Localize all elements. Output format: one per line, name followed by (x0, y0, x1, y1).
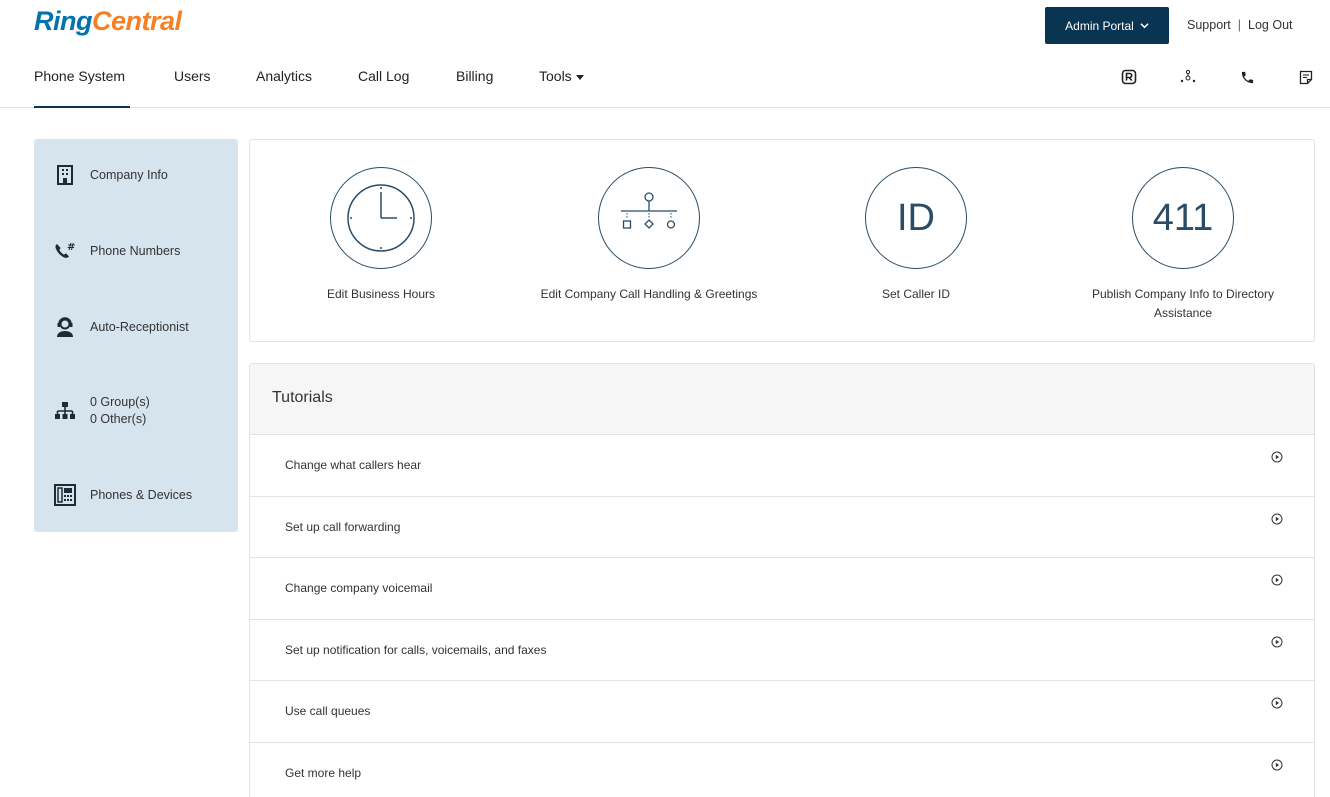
edit-business-hours-action[interactable]: Edit Business Hours (241, 140, 521, 304)
tutorial-row[interactable]: Set up call forwarding (250, 497, 1314, 558)
chevron-down-icon (1140, 23, 1149, 29)
publish-directory-action[interactable]: 411 Publish Company Info to Directory As… (1043, 140, 1323, 323)
caller-id-icon: ID (865, 167, 967, 269)
ringcentral-app-icon[interactable] (1119, 67, 1139, 87)
nav-users[interactable]: Users (174, 68, 211, 108)
tutorial-label: Change company voicemail (285, 581, 433, 595)
notes-icon[interactable] (1296, 67, 1316, 87)
directory-glyph: 411 (1152, 196, 1214, 239)
tutorials-card: Tutorials Change what callers hear Set up… (249, 363, 1315, 797)
main-nav: Phone System Users Analytics Call Log Bi… (0, 58, 1330, 108)
nav-label: Phone System (34, 68, 126, 84)
logo-central: Central (92, 6, 182, 36)
phone-numbers-icon: # (52, 239, 78, 263)
nav-tools[interactable]: Tools (539, 68, 584, 108)
tutorial-label: Use call queues (285, 704, 371, 718)
quick-actions-card: Edit Business Hours Edit Company Call Ha… (249, 139, 1315, 342)
sidebar-item-label: Phones & Devices (90, 488, 193, 502)
nav-label: Users (174, 68, 211, 84)
logo-ring: Ring (34, 6, 93, 36)
link-separator: | (1237, 18, 1242, 32)
sidebar-item-auto-receptionist[interactable]: Auto-Receptionist (52, 315, 189, 339)
sidebar: Company Info # Phone Numbers Auto-Recept… (34, 139, 238, 532)
action-label-line2: Assistance (1153, 306, 1213, 320)
sidebar-item-phones-devices[interactable]: Phones & Devices (52, 483, 192, 507)
nav-label: Billing (456, 68, 494, 84)
play-circle-icon[interactable] (1271, 451, 1283, 463)
others-count: 0 Other(s) (90, 412, 147, 426)
nav-label: Call Log (358, 68, 410, 84)
groups-count: 0 Group(s) (90, 395, 150, 409)
play-circle-icon[interactable] (1271, 697, 1283, 709)
call-handling-action[interactable]: Edit Company Call Handling & Greetings (509, 140, 789, 304)
top-links: Support | Log Out (1187, 18, 1293, 32)
call-flow-icon (598, 167, 700, 269)
tutorial-label: Set up call forwarding (285, 519, 401, 534)
support-link[interactable]: Support (1187, 18, 1231, 32)
ringcentral-logo[interactable]: RingCentral (34, 6, 182, 37)
logout-link[interactable]: Log Out (1248, 18, 1292, 32)
action-label: Publish Company Info to Directory Assist… (1063, 285, 1303, 323)
sidebar-item-label: Phone Numbers (90, 244, 181, 258)
building-icon (52, 163, 78, 187)
action-label-line1: Publish Company Info to Directory (1091, 287, 1275, 301)
admin-portal-button[interactable]: Admin Portal (1045, 7, 1169, 44)
caller-id-glyph: ID (897, 196, 935, 239)
directory-411-icon: 411 (1132, 167, 1234, 269)
tutorials-title: Tutorials (250, 364, 1314, 435)
tutorial-label: Get more help (285, 765, 362, 780)
tutorial-label: Change what callers hear (285, 458, 422, 472)
tutorial-row[interactable]: Get more help (250, 743, 1314, 797)
sidebar-item-phone-numbers[interactable]: # Phone Numbers (52, 239, 180, 263)
tutorial-row[interactable]: Change company voicemail (250, 558, 1314, 620)
nav-call-log[interactable]: Call Log (358, 68, 409, 108)
nav-billing[interactable]: Billing (456, 68, 493, 108)
tutorials-list: Change what callers hear Set up call forw… (250, 435, 1314, 797)
action-label: Edit Company Call Handling & Greetings (540, 287, 758, 301)
set-caller-id-action[interactable]: ID Set Caller ID (776, 140, 1056, 304)
clock-icon (330, 167, 432, 269)
action-label: Edit Business Hours (326, 287, 436, 301)
tutorial-row[interactable]: Change what callers hear (250, 435, 1314, 497)
desk-phone-icon (52, 483, 78, 507)
play-circle-icon[interactable] (1271, 636, 1283, 648)
network-icon[interactable] (1178, 67, 1198, 87)
sidebar-item-groups[interactable]: 0 Group(s) 0 Other(s) (52, 394, 150, 428)
play-circle-icon[interactable] (1271, 574, 1283, 586)
nav-label: Tools (539, 68, 572, 84)
admin-portal-label: Admin Portal (1065, 18, 1134, 33)
play-circle-icon[interactable] (1271, 513, 1283, 525)
svg-text:#: # (67, 242, 75, 253)
caret-down-icon (575, 74, 584, 80)
receptionist-icon (52, 315, 78, 339)
nav-label: Analytics (256, 68, 313, 84)
org-chart-icon (52, 399, 78, 423)
tutorial-label: Set up notification for calls, voicemail… (285, 642, 547, 657)
play-circle-icon[interactable] (1271, 759, 1283, 771)
tutorial-row[interactable]: Set up notification for calls, voicemail… (250, 620, 1314, 681)
sidebar-item-label: Company Info (90, 168, 168, 182)
sidebar-item-company-info[interactable]: Company Info (52, 163, 168, 187)
action-label: Set Caller ID (881, 287, 951, 301)
sidebar-item-label: Auto-Receptionist (90, 320, 189, 334)
nav-phone-system[interactable]: Phone System (34, 68, 130, 108)
phone-icon[interactable] (1237, 67, 1257, 87)
nav-analytics[interactable]: Analytics (256, 68, 312, 108)
tutorial-row[interactable]: Use call queues (250, 681, 1314, 743)
